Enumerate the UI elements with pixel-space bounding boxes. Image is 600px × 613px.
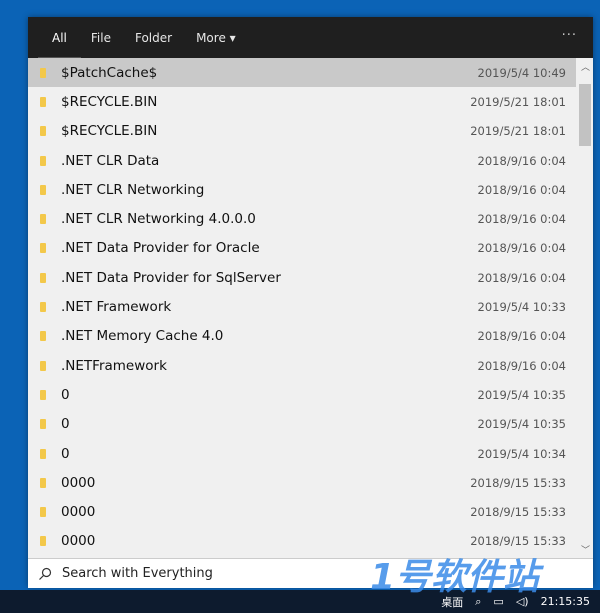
item-name: 0000 (61, 474, 96, 491)
folder-icon (40, 302, 46, 313)
list-item[interactable]: 0 2019/5/4 10:34 (28, 439, 576, 468)
folder-icon (40, 96, 46, 107)
item-name: .NET CLR Networking (61, 181, 205, 198)
list-item[interactable]: .NET Data Provider for SqlServer 2018/9/1… (28, 263, 576, 292)
item-name: $RECYCLE.BIN (61, 123, 158, 140)
list-item[interactable]: .NET Memory Cache 4.0 2018/9/16 0:04 (28, 322, 576, 351)
folder-icon (40, 360, 46, 371)
folder-icon (40, 272, 46, 283)
search-tray-icon[interactable]: ⌕ (475, 595, 481, 609)
list-item[interactable]: 0 2019/5/4 10:35 (28, 410, 576, 439)
item-name: .NET Framework (61, 299, 172, 316)
item-date: 2019/5/21 18:01 (470, 124, 566, 139)
tab-folder[interactable]: Folder (135, 31, 172, 45)
folder-icon (40, 477, 46, 488)
list-item[interactable]: 0000 2018/9/15 15:33 (28, 497, 576, 526)
item-name: .NETFramework (61, 357, 167, 374)
list-item[interactable]: 0000 2018/9/15 15:33 (28, 527, 576, 556)
item-name: .NET CLR Networking 4.0.0.0 (61, 211, 256, 228)
list-item[interactable]: $RECYCLE.BIN 2019/5/21 18:01 (28, 87, 576, 116)
item-date: 2018/9/15 15:33 (470, 475, 566, 490)
item-date: 2018/9/15 15:33 (470, 534, 566, 549)
item-date: 2019/5/4 10:34 (477, 446, 566, 461)
network-icon[interactable]: ▭ (493, 595, 503, 608)
list-item[interactable]: $RECYCLE.BIN 2019/5/21 18:01 (28, 117, 576, 146)
item-date: 2018/9/16 0:04 (477, 329, 566, 344)
list-item[interactable]: .NET CLR Networking 2018/9/16 0:04 (28, 175, 576, 204)
list-item[interactable]: 0000 2018/9/15 15:33 (28, 468, 576, 497)
scrollbar[interactable]: ︿ ﹀ (577, 58, 593, 558)
tab-more[interactable]: More ▾ (196, 31, 236, 45)
filter-tabs: All File Folder More ▾ ··· (28, 17, 593, 60)
scroll-up-icon[interactable]: ︿ (581, 60, 590, 73)
desktop-label[interactable]: 桌面 (441, 594, 463, 610)
folder-icon (40, 507, 46, 518)
list-item[interactable]: 0 2019/5/4 10:35 (28, 380, 576, 409)
list-item[interactable]: .NET CLR Networking 4.0.0.0 2018/9/16 0:0… (28, 204, 576, 233)
item-name: 0000 (61, 533, 96, 550)
item-date: 2018/9/16 0:04 (477, 153, 566, 168)
item-date: 2018/9/15 15:33 (470, 505, 566, 520)
search-input[interactable] (60, 565, 364, 582)
folder-icon (40, 67, 46, 78)
item-date: 2019/5/21 18:01 (470, 94, 566, 109)
folder-icon (40, 155, 46, 166)
list-item[interactable]: .NET Data Provider for Oracle 2018/9/16 0… (28, 234, 576, 263)
list-item[interactable]: .NETFramework 2018/9/16 0:04 (28, 351, 576, 380)
list-item[interactable]: .NET CLR Data 2018/9/16 0:04 (28, 146, 576, 175)
folder-icon (40, 419, 46, 430)
folder-icon (40, 126, 46, 137)
more-options-button[interactable]: ··· (562, 28, 577, 43)
item-name: .NET CLR Data (61, 152, 160, 169)
item-date: 2018/9/16 0:04 (477, 358, 566, 373)
search-bar (28, 558, 593, 588)
everything-window: All File Folder More ▾ ··· $PatchCache$ 2… (28, 17, 593, 588)
tab-file[interactable]: File (91, 31, 111, 45)
folder-icon (40, 243, 46, 254)
item-name: 0000 (61, 504, 96, 521)
folder-icon (40, 184, 46, 195)
item-date: 2019/5/4 10:35 (477, 387, 566, 402)
scrollbar-thumb[interactable] (579, 84, 591, 146)
item-date: 2018/9/16 0:04 (477, 241, 566, 256)
volume-icon[interactable]: ◁) (516, 595, 529, 608)
item-name: 0 (61, 386, 70, 403)
item-name: .NET Data Provider for SqlServer (61, 269, 281, 286)
item-date: 2018/9/16 0:04 (477, 270, 566, 285)
item-name: .NET Data Provider for Oracle (61, 240, 260, 257)
item-date: 2018/9/16 0:04 (477, 212, 566, 227)
item-date: 2019/5/4 10:49 (477, 65, 566, 80)
search-icon (39, 567, 52, 580)
clock[interactable]: 21:15:35 (541, 595, 590, 608)
item-date: 2018/9/16 0:04 (477, 182, 566, 197)
folder-icon (40, 214, 46, 225)
item-name: $PatchCache$ (61, 64, 158, 81)
item-date: 2019/5/4 10:35 (477, 417, 566, 432)
tab-all[interactable]: All (38, 31, 81, 60)
item-name: $RECYCLE.BIN (61, 93, 158, 110)
folder-icon (40, 448, 46, 459)
folder-icon (40, 331, 46, 342)
folder-icon (40, 389, 46, 400)
scroll-down-icon[interactable]: ﹀ (581, 543, 590, 556)
item-name: 0 (61, 445, 70, 462)
item-name: 0 (61, 416, 70, 433)
list-item[interactable]: $PatchCache$ 2019/5/4 10:49 (28, 58, 576, 88)
folder-icon (40, 536, 46, 547)
results-list: $PatchCache$ 2019/5/4 10:49 $RECYCLE.BIN 20… (28, 58, 593, 558)
taskbar: 桌面 ⌕ ▭ ◁) 21:15:35 (0, 590, 600, 613)
list-item[interactable]: .NET Framework 2019/5/4 10:33 (28, 292, 576, 321)
item-date: 2019/5/4 10:33 (477, 300, 566, 315)
item-name: .NET Memory Cache 4.0 (61, 328, 224, 345)
